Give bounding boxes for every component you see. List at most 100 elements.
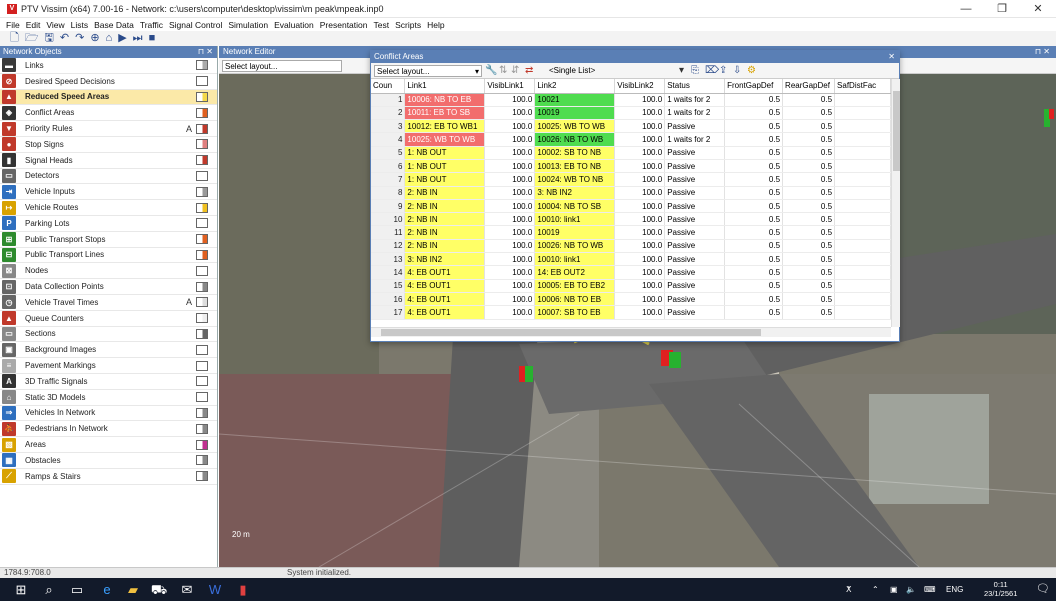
cell-link1[interactable]: 2: NB IN: [404, 199, 486, 214]
cell-safdistfac[interactable]: [834, 106, 891, 121]
import-icon[interactable]: ⇩: [733, 64, 741, 78]
column-header-safdistfac[interactable]: SafDistFac: [834, 79, 891, 94]
cell-no[interactable]: 15: [371, 279, 406, 293]
cell-front[interactable]: 0.5: [724, 225, 784, 240]
network-object-detectors[interactable]: ▭ Detectors: [0, 168, 217, 185]
cell-vis2[interactable]: 100.0: [614, 146, 666, 160]
cell-no[interactable]: 4: [371, 132, 406, 147]
table-row[interactable]: 3 10012: EB TO WB1 100.0 10025: WB TO WB 100…: [371, 119, 891, 134]
cell-status[interactable]: Passive: [664, 305, 726, 320]
volume-icon[interactable]: 🔈: [906, 582, 916, 597]
column-header-status[interactable]: Status: [664, 79, 726, 94]
menu-base-data[interactable]: Base Data: [94, 20, 134, 30]
delete-icon[interactable]: ⌦: [705, 64, 719, 78]
menu-traffic[interactable]: Traffic: [140, 20, 163, 30]
cell-front[interactable]: 0.5: [724, 265, 784, 280]
cell-front[interactable]: 0.5: [724, 106, 784, 121]
visibility-toggle[interactable]: [196, 202, 208, 213]
cell-vis2[interactable]: 100.0: [614, 252, 666, 267]
cell-front[interactable]: 0.5: [724, 212, 784, 227]
cell-front[interactable]: 0.5: [724, 292, 784, 307]
cell-link1[interactable]: 4: EB OUT1: [404, 305, 486, 320]
visibility-toggle[interactable]: [196, 170, 208, 181]
cell-rear[interactable]: 0.5: [782, 265, 836, 280]
cell-vis1[interactable]: 100.0: [484, 132, 536, 147]
sort-desc-icon[interactable]: ⇵: [511, 64, 519, 78]
cell-no[interactable]: 1: [371, 93, 406, 107]
menu-lists[interactable]: Lists: [71, 20, 88, 30]
cell-link2[interactable]: 10005: EB TO EB2: [534, 279, 616, 293]
cell-vis2[interactable]: 100.0: [614, 172, 666, 187]
cell-link2[interactable]: 10007: SB TO EB: [534, 305, 616, 320]
network-object-background-images[interactable]: ▣ Background Images: [0, 342, 217, 359]
network-object-static-3d-models[interactable]: ⌂ Static 3D Models: [0, 390, 217, 406]
cell-link2[interactable]: 10013: EB TO NB: [534, 159, 616, 174]
visibility-toggle[interactable]: [196, 313, 208, 324]
cell-vis2[interactable]: 100.0: [614, 186, 666, 200]
visibility-toggle[interactable]: [196, 234, 208, 245]
cell-safdistfac[interactable]: [834, 252, 891, 267]
list-mode-select[interactable]: <Single List>: [549, 65, 675, 77]
cell-link1[interactable]: 1: NB OUT: [404, 159, 486, 174]
table-row[interactable]: 1 10006: NB TO EB 100.0 10021 100.0 1 waits f…: [371, 93, 891, 107]
word-icon[interactable]: W: [206, 581, 224, 598]
cell-link2[interactable]: 10019: [534, 225, 616, 240]
cell-link1[interactable]: 4: EB OUT1: [404, 279, 486, 293]
cell-link2[interactable]: 10021: [534, 93, 616, 107]
table-row[interactable]: 10 2: NB IN 100.0 10010: link1 100.0 Passive 0…: [371, 212, 891, 227]
cell-link1[interactable]: 1: NB OUT: [404, 146, 486, 160]
cell-link2[interactable]: 10026: NB TO WB: [534, 239, 616, 254]
network-object-ramps-stairs[interactable]: ⟋ Ramps & Stairs: [0, 469, 217, 485]
cell-front[interactable]: 0.5: [724, 199, 784, 214]
editor-pin-icon[interactable]: ⊓ ✕: [1035, 46, 1050, 58]
copy-icon[interactable]: ⎘: [691, 64, 699, 78]
cell-front[interactable]: 0.5: [724, 305, 784, 320]
cell-rear[interactable]: 0.5: [782, 159, 836, 174]
cell-vis2[interactable]: 100.0: [614, 212, 666, 227]
cell-front[interactable]: 0.5: [724, 186, 784, 200]
visibility-toggle[interactable]: [196, 344, 208, 355]
cell-vis2[interactable]: 100.0: [614, 239, 666, 254]
save-icon[interactable]: 🖫: [45, 31, 54, 46]
cell-link1[interactable]: 10025: WB TO WB: [404, 132, 486, 147]
cell-link2[interactable]: 10010: link1: [534, 252, 616, 267]
cell-link1[interactable]: 2: NB IN: [404, 239, 486, 254]
cell-front[interactable]: 0.5: [724, 93, 784, 107]
network-object-conflict-areas[interactable]: ◈ Conflict Areas: [0, 105, 217, 122]
visibility-toggle[interactable]: [196, 249, 208, 260]
table-row[interactable]: 5 1: NB OUT 100.0 10002: SB TO NB 100.0 Passi…: [371, 146, 891, 160]
cell-vis1[interactable]: 100.0: [484, 305, 536, 320]
visibility-toggle[interactable]: [196, 218, 208, 229]
column-header-link1[interactable]: Link1: [404, 79, 486, 94]
settings-gear-icon[interactable]: ⚙: [747, 64, 756, 78]
cell-no[interactable]: 16: [371, 292, 406, 307]
cell-link1[interactable]: 10012: EB TO WB1: [404, 119, 486, 134]
visibility-toggle[interactable]: [196, 297, 208, 308]
cell-link2[interactable]: 14: EB OUT2: [534, 265, 616, 280]
cell-rear[interactable]: 0.5: [782, 239, 836, 254]
menu-scripts[interactable]: Scripts: [395, 20, 421, 30]
cell-link2[interactable]: 10010: link1: [534, 212, 616, 227]
visibility-toggle[interactable]: [196, 471, 208, 482]
cell-no[interactable]: 2: [371, 106, 406, 121]
cell-vis1[interactable]: 100.0: [484, 106, 536, 121]
cell-rear[interactable]: 0.5: [782, 305, 836, 320]
home-icon[interactable]: ⌂: [106, 31, 113, 46]
network-object-sections[interactable]: ▭ Sections: [0, 326, 217, 343]
network-object-queue-counters[interactable]: ▲ Queue Counters: [0, 311, 217, 327]
cell-link1[interactable]: 10006: NB TO EB: [404, 93, 486, 107]
cell-rear[interactable]: 0.5: [782, 225, 836, 240]
cell-link2[interactable]: 10004: NB TO SB: [534, 199, 616, 214]
visibility-toggle[interactable]: [196, 423, 208, 434]
visibility-toggle[interactable]: [196, 265, 208, 276]
cell-status[interactable]: Passive: [664, 252, 726, 267]
stop-icon[interactable]: ■: [149, 31, 156, 46]
network-object-public-transport-stops[interactable]: ⊞ Public Transport Stops: [0, 232, 217, 248]
cell-link2[interactable]: 10006: NB TO EB: [534, 292, 616, 307]
cell-rear[interactable]: 0.5: [782, 292, 836, 307]
cell-status[interactable]: Passive: [664, 265, 726, 280]
cell-link2[interactable]: 3: NB IN2: [534, 186, 616, 200]
cell-front[interactable]: 0.5: [724, 279, 784, 293]
cell-link1[interactable]: 2: NB IN: [404, 212, 486, 227]
cell-status[interactable]: Passive: [664, 225, 726, 240]
